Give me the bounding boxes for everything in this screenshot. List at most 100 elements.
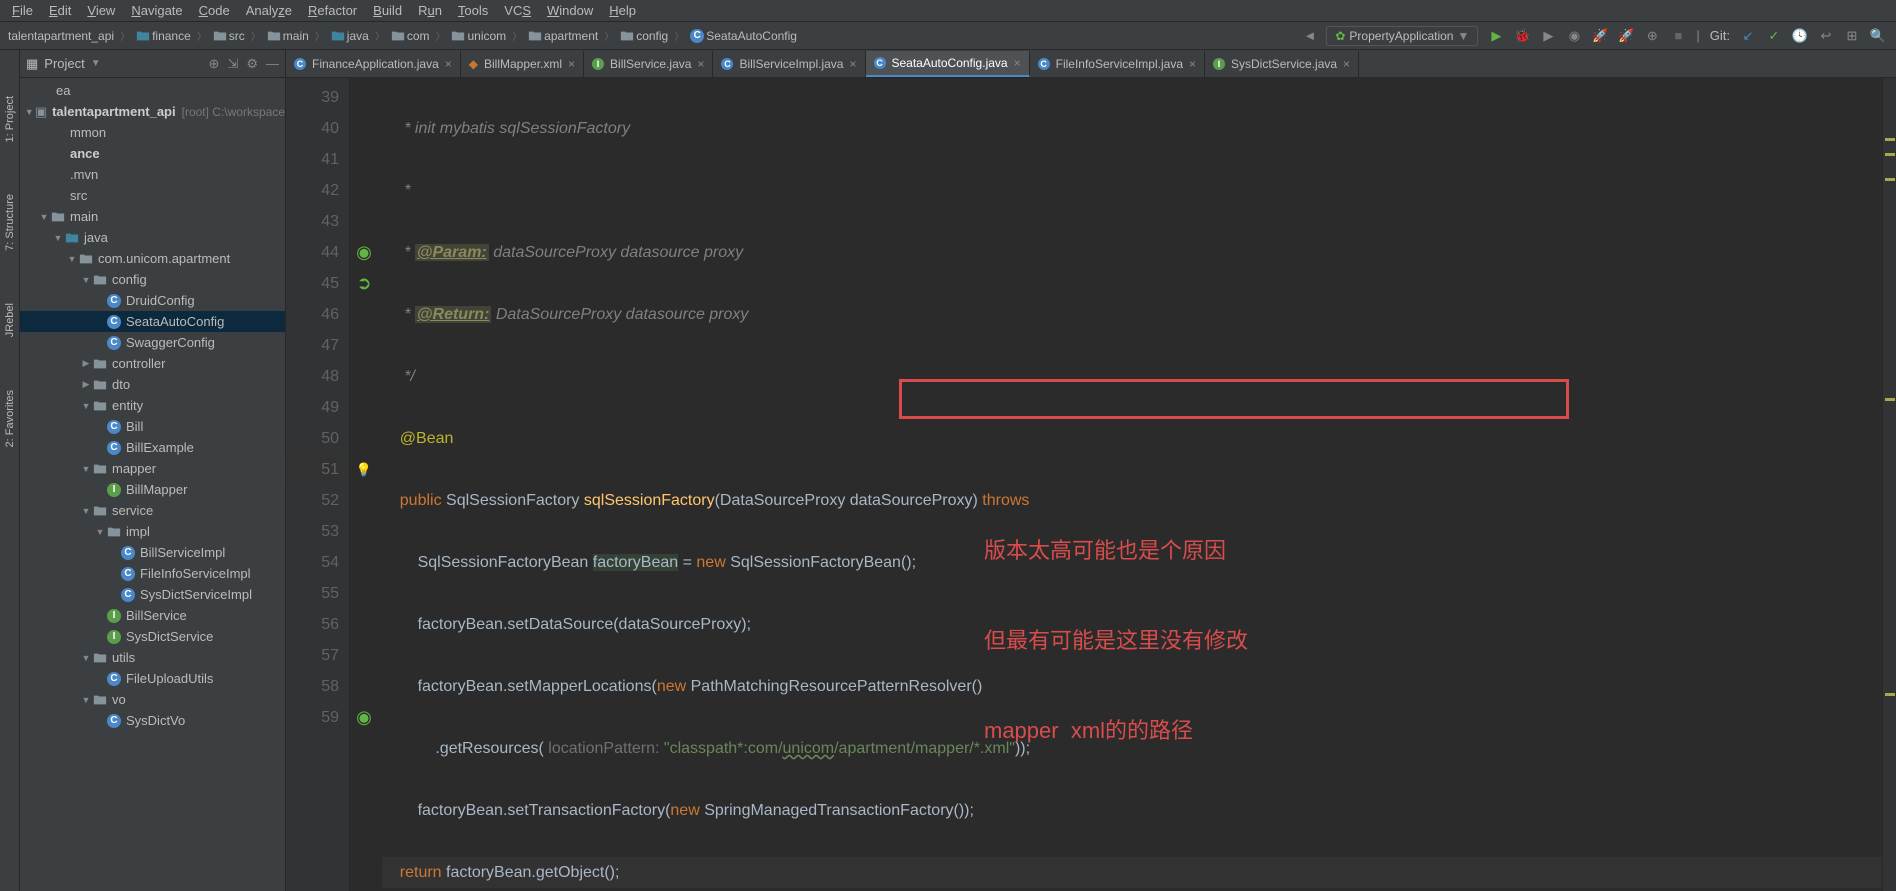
editor-tab[interactable]: CFinanceApplication.java× <box>286 51 461 77</box>
menu-code[interactable]: Code <box>193 3 236 18</box>
chevron-down-icon[interactable]: ▼ <box>91 58 101 69</box>
tree-row[interactable]: CFileInfoServiceImpl <box>20 563 285 584</box>
editor-tab[interactable]: CFileInfoServiceImpl.java× <box>1030 51 1205 77</box>
tree-arrow-icon[interactable]: ▶ <box>80 358 92 369</box>
profile-button[interactable]: ◉ <box>1566 28 1582 44</box>
git-history-icon[interactable]: 🕓 <box>1792 28 1808 44</box>
editor-tab[interactable]: IBillService.java× <box>584 51 713 77</box>
breadcrumb[interactable]: src <box>209 29 249 43</box>
tree-row[interactable]: ▼main <box>20 206 285 227</box>
jrebel-debug-icon[interactable]: 🚀 <box>1618 28 1634 44</box>
tree-row[interactable]: ▶dto <box>20 374 285 395</box>
tree-row[interactable]: ▼utils <box>20 647 285 668</box>
close-icon[interactable]: × <box>849 57 856 71</box>
menu-refactor[interactable]: Refactor <box>302 3 363 18</box>
breadcrumb[interactable]: CSeataAutoConfig <box>686 29 801 43</box>
breadcrumb[interactable]: apartment <box>524 29 602 43</box>
ide-settings-icon[interactable]: ⊞ <box>1844 28 1860 44</box>
stop-button[interactable]: ■ <box>1670 28 1686 44</box>
gear-icon[interactable]: ⚙ <box>246 56 258 72</box>
collapse-all-icon[interactable]: ⇲ <box>227 56 238 72</box>
close-icon[interactable]: × <box>568 57 575 71</box>
tree-arrow-icon[interactable]: ▼ <box>80 464 92 474</box>
tree-arrow-icon[interactable]: ▼ <box>80 695 92 705</box>
menu-build[interactable]: Build <box>367 3 408 18</box>
tree-arrow-icon[interactable]: ▼ <box>80 401 92 411</box>
run-button[interactable]: ▶ <box>1488 28 1504 44</box>
tree-row[interactable]: CFileUploadUtils <box>20 668 285 689</box>
scroll-from-source-icon[interactable]: ⊕ <box>209 56 220 72</box>
tree-row[interactable]: ▼▣talentapartment_api[root] C:\workspace <box>20 101 285 122</box>
tree-arrow-icon[interactable]: ▼ <box>94 527 106 537</box>
hide-icon[interactable]: — <box>266 56 279 72</box>
search-icon[interactable]: 🔍 <box>1870 28 1886 44</box>
toolwin-favorites[interactable]: 2: Favorites <box>2 384 18 453</box>
tree-arrow-icon[interactable]: ▼ <box>52 233 64 243</box>
tree-row[interactable]: ▶controller <box>20 353 285 374</box>
tree-arrow-icon[interactable]: ▼ <box>80 275 92 285</box>
tree-row[interactable]: CSysDictVo <box>20 710 285 731</box>
menu-help[interactable]: Help <box>603 3 642 18</box>
tree-row[interactable]: .mvn <box>20 164 285 185</box>
menu-analyze[interactable]: Analyze <box>240 3 298 18</box>
tree-row[interactable]: CBillServiceImpl <box>20 542 285 563</box>
code-editor[interactable]: 3940414243444546474849505152535455565758… <box>286 78 1896 891</box>
tree-row[interactable]: CSeataAutoConfig <box>20 311 285 332</box>
tree-row[interactable]: CSysDictServiceImpl <box>20 584 285 605</box>
tree-row[interactable]: mmon <box>20 122 285 143</box>
tree-row[interactable]: ▼vo <box>20 689 285 710</box>
menu-vcs[interactable]: VCS <box>498 3 537 18</box>
tree-row[interactable]: ance <box>20 143 285 164</box>
project-tree[interactable]: ea▼▣talentapartment_api[root] C:\workspa… <box>20 78 285 891</box>
menu-window[interactable]: Window <box>541 3 599 18</box>
editor-tab[interactable]: CBillServiceImpl.java× <box>713 51 865 77</box>
tree-row[interactable]: ▼java <box>20 227 285 248</box>
tree-arrow-icon[interactable]: ▼ <box>24 107 34 117</box>
breadcrumb[interactable]: main <box>263 29 313 43</box>
tree-row[interactable]: src <box>20 185 285 206</box>
tree-row[interactable]: IBillService <box>20 605 285 626</box>
tree-row[interactable]: CBill <box>20 416 285 437</box>
tree-row[interactable]: CSwaggerConfig <box>20 332 285 353</box>
attach-button[interactable]: ⊕ <box>1644 28 1660 44</box>
menu-tools[interactable]: Tools <box>452 3 494 18</box>
tree-row[interactable]: ▼entity <box>20 395 285 416</box>
tree-arrow-icon[interactable]: ▼ <box>80 506 92 516</box>
breadcrumb[interactable]: talentapartment_api <box>4 29 118 43</box>
close-icon[interactable]: × <box>697 57 704 71</box>
menu-edit[interactable]: Edit <box>43 3 77 18</box>
tree-row[interactable]: ▼mapper <box>20 458 285 479</box>
toolwin-structure[interactable]: 7: Structure <box>2 188 18 257</box>
git-update-icon[interactable]: ↙ <box>1740 28 1756 44</box>
tree-row[interactable]: CBillExample <box>20 437 285 458</box>
coverage-button[interactable]: ▶ <box>1540 28 1556 44</box>
close-icon[interactable]: × <box>1343 57 1350 71</box>
close-icon[interactable]: × <box>1014 56 1021 70</box>
menu-file[interactable]: File <box>6 3 39 18</box>
tree-arrow-icon[interactable]: ▼ <box>80 653 92 663</box>
editor-tab[interactable]: ISysDictService.java× <box>1205 51 1359 77</box>
tree-row[interactable]: ISysDictService <box>20 626 285 647</box>
git-commit-icon[interactable]: ✓ <box>1766 28 1782 44</box>
code-content[interactable]: * init mybatis sqlSessionFactory * * @Pa… <box>350 78 1882 891</box>
menu-navigate[interactable]: Navigate <box>125 3 188 18</box>
debug-button[interactable]: 🐞 <box>1514 28 1530 44</box>
tree-row[interactable]: ▼service <box>20 500 285 521</box>
tree-row[interactable]: ▼impl <box>20 521 285 542</box>
jrebel-run-icon[interactable]: 🚀 <box>1592 28 1608 44</box>
menu-run[interactable]: Run <box>412 3 448 18</box>
breadcrumb[interactable]: config <box>616 29 672 43</box>
editor-error-stripe[interactable] <box>1882 78 1896 891</box>
toolwin-jrebel[interactable]: JRebel <box>2 297 18 343</box>
git-revert-icon[interactable]: ↩ <box>1818 28 1834 44</box>
tree-row[interactable]: ea <box>20 80 285 101</box>
project-label[interactable]: Project <box>44 56 84 71</box>
tree-arrow-icon[interactable]: ▼ <box>66 254 78 264</box>
tree-row[interactable]: ▼com.unicom.apartment <box>20 248 285 269</box>
breadcrumb[interactable]: finance <box>132 29 195 43</box>
nav-back-button[interactable]: ◄ <box>1303 28 1316 43</box>
tree-row[interactable]: IBillMapper <box>20 479 285 500</box>
close-icon[interactable]: × <box>1189 57 1196 71</box>
breadcrumb[interactable]: unicom <box>447 29 510 43</box>
editor-tab[interactable]: CSeataAutoConfig.java× <box>866 51 1030 77</box>
